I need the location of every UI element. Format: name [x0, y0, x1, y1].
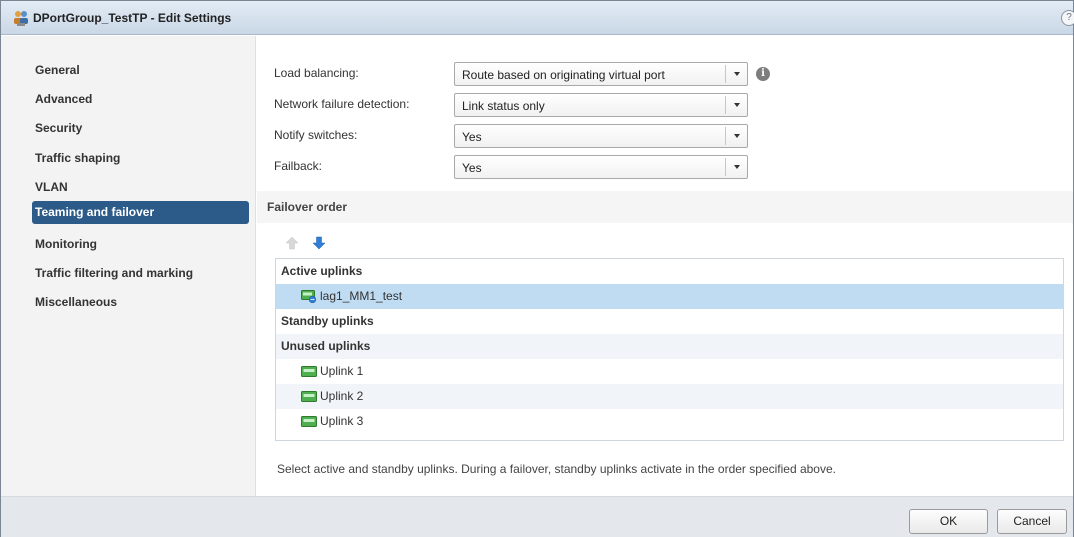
move-down-icon[interactable]: [312, 236, 326, 250]
notify-switches-label: Notify switches:: [274, 128, 358, 142]
sidebar-item-traffic-shaping[interactable]: Traffic shaping: [32, 147, 249, 170]
list-item[interactable]: Uplink 2: [276, 384, 1063, 409]
failover-order-title: Failover order: [267, 200, 348, 214]
chevron-down-icon: [734, 134, 740, 138]
sidebar-item-teaming-and-failover[interactable]: Teaming and failover: [32, 201, 249, 224]
settings-sidebar: General Advanced Security Traffic shapin…: [1, 36, 256, 496]
port-group-icon: [14, 11, 28, 26]
lag-icon: [301, 290, 317, 303]
edit-settings-dialog: DPortGroup_TestTP - Edit Settings ? Gene…: [0, 0, 1074, 537]
help-icon[interactable]: ?: [1061, 10, 1074, 26]
uplink-name: lag1_MM1_test: [320, 289, 403, 303]
unused-uplinks-header: Unused uplinks: [276, 334, 1063, 359]
move-up-icon[interactable]: [285, 236, 299, 250]
failback-select[interactable]: Yes: [454, 155, 748, 179]
chevron-down-icon: [734, 103, 740, 107]
uplink-icon: [301, 391, 317, 402]
teaming-failover-panel: Load balancing: Route based on originati…: [257, 36, 1073, 496]
dialog-titlebar: DPortGroup_TestTP - Edit Settings ?: [1, 1, 1074, 35]
dropdown-button[interactable]: [725, 158, 747, 176]
info-icon[interactable]: i: [756, 67, 770, 81]
notify-switches-select[interactable]: Yes: [454, 124, 748, 148]
sidebar-item-security[interactable]: Security: [32, 117, 249, 140]
uplinks-list: Active uplinks lag1_MM1_test Standby upl…: [275, 258, 1064, 441]
list-item[interactable]: Uplink 3: [276, 409, 1063, 434]
network-failure-select[interactable]: Link status only: [454, 93, 748, 117]
load-balancing-value: Route based on originating virtual port: [462, 68, 665, 82]
list-item[interactable]: Uplink 1: [276, 359, 1063, 384]
network-failure-label: Network failure detection:: [274, 97, 410, 111]
load-balancing-label: Load balancing:: [274, 66, 359, 80]
chevron-down-icon: [734, 72, 740, 76]
dropdown-button[interactable]: [725, 127, 747, 145]
sidebar-item-advanced[interactable]: Advanced: [32, 88, 249, 111]
ok-button[interactable]: OK: [909, 509, 988, 534]
uplink-icon: [301, 416, 317, 427]
standby-uplinks-header: Standby uplinks: [281, 314, 374, 328]
dialog-title: DPortGroup_TestTP - Edit Settings: [33, 11, 232, 25]
network-failure-value: Link status only: [462, 99, 545, 113]
sidebar-item-monitoring[interactable]: Monitoring: [32, 233, 249, 256]
uplink-icon: [301, 366, 317, 377]
notify-switches-value: Yes: [462, 130, 482, 144]
sidebar-item-general[interactable]: General: [32, 59, 249, 82]
active-uplinks-header: Active uplinks: [281, 264, 363, 278]
sidebar-item-miscellaneous[interactable]: Miscellaneous: [32, 291, 249, 314]
list-item[interactable]: lag1_MM1_test: [276, 284, 1063, 309]
chevron-down-icon: [734, 165, 740, 169]
uplink-name: Uplink 3: [320, 414, 364, 428]
failback-label: Failback:: [274, 159, 323, 173]
uplink-name: Uplink 2: [320, 389, 364, 403]
failover-order-header: Failover order: [257, 191, 1073, 223]
sidebar-item-vlan[interactable]: VLAN: [32, 176, 249, 199]
dropdown-button[interactable]: [725, 96, 747, 114]
failback-value: Yes: [462, 161, 482, 175]
dialog-footer: OK Cancel: [1, 496, 1073, 537]
failover-help-text: Select active and standby uplinks. Durin…: [277, 462, 836, 476]
sidebar-item-traffic-filtering[interactable]: Traffic filtering and marking: [32, 262, 249, 285]
cancel-button[interactable]: Cancel: [997, 509, 1067, 534]
uplink-name: Uplink 1: [320, 364, 364, 378]
dropdown-button[interactable]: [725, 65, 747, 83]
load-balancing-select[interactable]: Route based on originating virtual port: [454, 62, 748, 86]
